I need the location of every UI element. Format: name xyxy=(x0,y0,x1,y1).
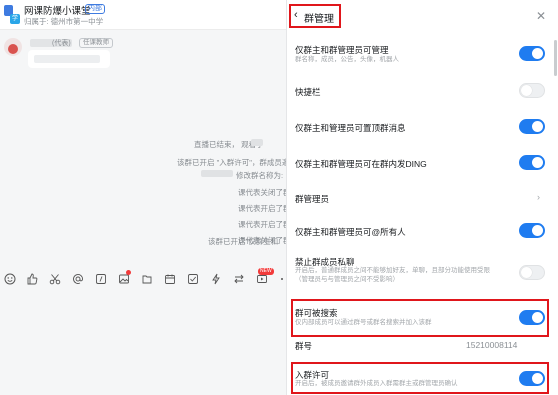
toggle-switch[interactable] xyxy=(519,155,545,170)
toggle-switch[interactable] xyxy=(519,119,545,134)
input-toolbar: NEW xyxy=(0,268,286,288)
chevron-right-icon: › xyxy=(537,192,540,202)
system-message: 课代表开启了群 xyxy=(238,220,286,229)
setting-row-join-permission: 入群许可 开启后，被成员邀请群外成员入群需群主或群管理员确认 xyxy=(287,364,558,394)
group-name[interactable]: 网课防爆小课堂 xyxy=(24,3,91,17)
toggle-switch[interactable] xyxy=(519,223,545,238)
panel-title: 群管理 xyxy=(304,14,334,25)
quote-icon[interactable] xyxy=(95,272,107,284)
system-message: 该群已开启"仅群主和 xyxy=(208,237,279,246)
file-icon[interactable] xyxy=(141,272,153,284)
close-icon[interactable]: ✕ xyxy=(536,9,546,23)
emoji-icon[interactable] xyxy=(4,272,16,285)
setting-label: 群可被搜索 xyxy=(295,308,338,318)
system-message: 课代表关闭了群 xyxy=(238,188,286,197)
setting-label: 仅群主和群管理员可管理 xyxy=(295,45,389,55)
setting-desc: 开启后，普通群成员之间不能够加好友，单聊，且部分功能使用受限 xyxy=(295,267,490,274)
toggle-switch[interactable] xyxy=(519,83,545,98)
group-subtitle: 归属于: 德州市第一中学 xyxy=(24,17,104,26)
setting-row-admin-manage: 仅群主和群管理员可管理 群名称，成员，公告，头像，机器人 xyxy=(287,38,558,72)
check-icon[interactable] xyxy=(187,272,199,284)
at-icon[interactable] xyxy=(72,272,84,284)
system-message-redacted xyxy=(251,139,263,146)
setting-label: 群号 xyxy=(295,341,313,351)
toggle-switch[interactable] xyxy=(519,310,545,325)
toggle-switch[interactable] xyxy=(519,46,545,61)
transfer-icon[interactable] xyxy=(233,272,245,284)
setting-row-searchable: 群可被搜索 仅内部成员可以通过群号或群名搜索并加入该群 xyxy=(287,301,558,335)
setting-label: 快捷栏 xyxy=(295,87,321,97)
setting-label: 仅群主和管理员可置顶群消息 xyxy=(295,123,406,133)
system-message: 该群已开启 "入群许可"，群成员邀请 xyxy=(177,158,286,167)
sender-role-badge: 任课教师 xyxy=(79,38,113,48)
calendar-icon[interactable] xyxy=(164,272,176,284)
image-icon[interactable] xyxy=(118,270,131,284)
setting-label: 仅群主和群管理员可@所有人 xyxy=(295,227,406,237)
setting-desc: 群名称，成员，公告，头像，机器人 xyxy=(295,56,399,63)
panel-scrollbar[interactable] xyxy=(554,40,557,76)
setting-row-group-number: 群号 15210008114 xyxy=(287,339,558,353)
setting-row-no-private-chat: 禁止群成员私聊 开启后，普通群成员之间不能够加好友，单聊，且部分功能使用受限 （… xyxy=(287,252,558,292)
chat-pane: 学 网课防爆小课堂 内部 归属于: 德州市第一中学 (代表) 任课教师 直播已结… xyxy=(0,0,286,395)
setting-desc: 仅内部成员可以通过群号或群名搜索并加入该群 xyxy=(295,319,432,326)
group-badge: 内部 xyxy=(85,4,105,14)
setting-label: 群管理员 xyxy=(295,194,330,204)
system-message: 修改群名称为: xyxy=(236,171,284,180)
chevron-left-icon[interactable]: ‹ xyxy=(294,9,298,21)
chat-header: 学 网课防爆小课堂 内部 归属于: 德州市第一中学 xyxy=(0,0,286,30)
setting-row-group-admins[interactable]: 群管理员 › xyxy=(287,188,558,210)
system-message: 课代表开启了群 xyxy=(238,204,286,213)
scissors-icon[interactable] xyxy=(49,272,61,285)
system-message-redacted xyxy=(201,170,233,177)
toggle-switch[interactable] xyxy=(519,265,545,280)
setting-desc: 开启后，被成员邀请群外成员入群需群主或群管理员确认 xyxy=(295,380,458,387)
setting-row-pin-message: 仅群主和管理员可置顶群消息 xyxy=(287,116,558,140)
toggle-switch[interactable] xyxy=(519,371,545,386)
setting-desc: （管理员与与管理员之间不受影响） xyxy=(295,276,399,283)
message-bubble-redacted[interactable] xyxy=(28,50,110,68)
sender-tag: (代表) xyxy=(52,40,71,47)
group-avatar[interactable]: 学 xyxy=(4,5,20,25)
thumbs-up-icon[interactable] xyxy=(26,272,38,285)
sender-avatar[interactable] xyxy=(4,38,22,56)
lightning-icon[interactable] xyxy=(210,272,222,285)
new-badge: NEW xyxy=(258,268,274,275)
setting-row-ding: 仅群主和群管理员可在群内发DING xyxy=(287,152,558,176)
setting-label: 仅群主和群管理员可在群内发DING xyxy=(295,159,427,169)
group-number-value: 15210008114 xyxy=(466,340,518,350)
unread-dot xyxy=(126,270,131,275)
group-management-panel: ‹ 群管理 ✕ 仅群主和群管理员可管理 群名称，成员，公告，头像，机器人 快捷栏… xyxy=(286,0,558,395)
setting-row-quickbar: 快捷栏 xyxy=(287,80,558,104)
more-icon[interactable] xyxy=(276,272,286,284)
setting-row-at-all: 仅群主和群管理员可@所有人 xyxy=(287,220,558,244)
